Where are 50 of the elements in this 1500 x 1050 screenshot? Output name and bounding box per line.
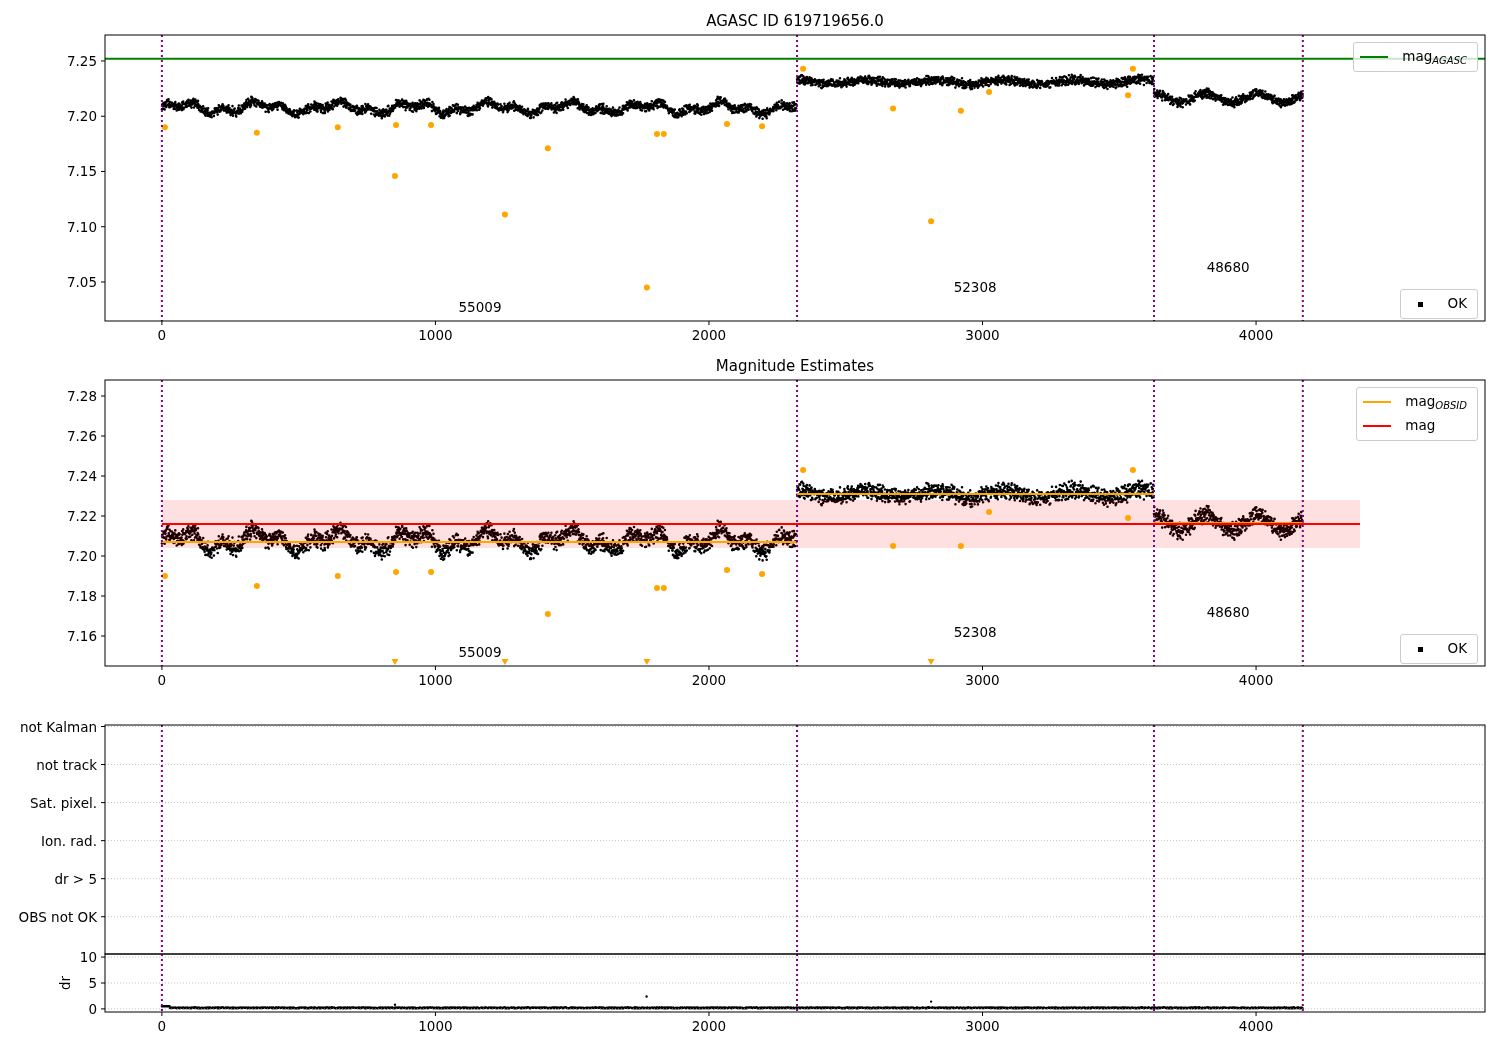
axis-tick-label: 4000 (1238, 1018, 1274, 1034)
legend-label: OK (1447, 642, 1468, 656)
axis-tick-label: 1000 (418, 1018, 453, 1034)
axis-tick-label: 7.20 (66, 548, 97, 564)
obsid-label: 48680 (1206, 258, 1250, 275)
axis-tick-label: Sat. pixel. (30, 794, 97, 811)
axis-tick-label: not track (36, 756, 97, 773)
axis-tick-label: 7.28 (66, 388, 97, 404)
obsid-label: 55009 (458, 298, 502, 315)
axis-tick-label: Ion. rad. (40, 832, 97, 849)
axis-tick-label: not Kalman (19, 718, 97, 735)
axis-tick-label: 3000 (965, 327, 1000, 343)
axis-tick-label: 7.10 (66, 218, 97, 235)
axis-tick-label: 4000 (1238, 672, 1274, 688)
axis-tick-label: 3000 (965, 672, 1000, 688)
axis-tick-label: 3000 (965, 1018, 1000, 1034)
axis-tick-label: 0 (157, 327, 167, 343)
obsid-label: 52308 (953, 624, 997, 640)
axis-tick-label: 0 (157, 672, 167, 688)
axis-tick-label: 5 (88, 975, 97, 991)
axis-tick-label: 7.22 (66, 508, 97, 524)
axis-tick-label: 7.18 (66, 588, 97, 604)
axis-tick-label: 4000 (1238, 327, 1274, 343)
legend-label: OK (1447, 297, 1468, 311)
chart-title: AGASC ID 619719656.0 (706, 12, 884, 30)
axis-tick-label: 7.15 (66, 163, 97, 180)
obsid-label: 52308 (953, 278, 997, 295)
axis-tick-label: 10 (79, 949, 97, 966)
axis-tick-label: 2000 (691, 327, 727, 343)
obsid-label: 48680 (1206, 604, 1250, 620)
obsid-label: 55009 (458, 644, 502, 660)
axis-tick-label: 1000 (418, 327, 453, 343)
axis-tick-label: 2000 (691, 1018, 727, 1034)
chart-title: Magnitude Estimates (715, 357, 875, 375)
axis-tick-label: 7.16 (66, 628, 97, 644)
axis-tick-label: 0 (88, 1000, 97, 1017)
axis-tick-label: 7.25 (66, 52, 97, 69)
axis-tick-label: 7.20 (66, 108, 97, 125)
axis-tick-label: 7.05 (66, 274, 97, 290)
axis-tick-label: OBS not OK (18, 908, 97, 925)
axis-tick-label: 7.24 (66, 468, 97, 484)
axis-tick-label: 0 (157, 1018, 167, 1034)
axis-label: dr (57, 975, 73, 991)
legend-label: mag$_{OBSID}$ (1405, 395, 1468, 409)
axis-tick-label: dr > 5 (54, 870, 97, 887)
legend-label: mag (1405, 419, 1437, 433)
legend-label: mag$_{AGASC}$ (1402, 50, 1468, 64)
axis-tick-label: 1000 (418, 672, 453, 688)
axis-tick-label: 7.26 (66, 428, 97, 444)
axis-tick-label: 2000 (691, 672, 727, 688)
